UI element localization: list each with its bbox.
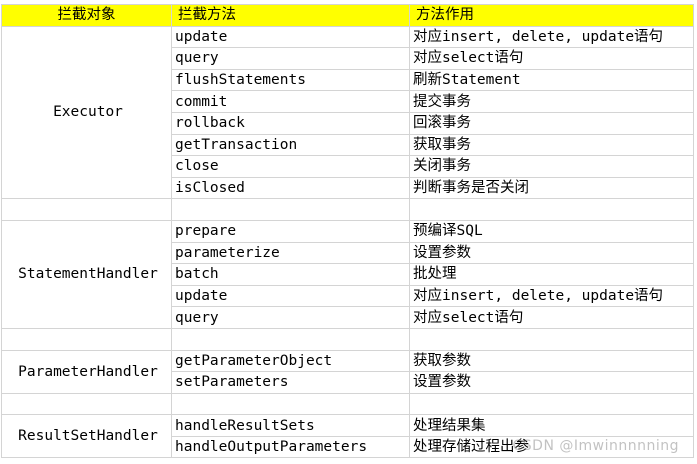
- spacer-row: [1, 198, 694, 221]
- object-cell: Executor: [1, 25, 172, 200]
- purpose-cell: 批处理: [409, 263, 694, 286]
- empty-cell: [409, 198, 694, 221]
- empty-cell: [171, 198, 410, 221]
- method-cell: parameterize: [171, 241, 410, 265]
- purpose-cell: 提交事务: [409, 90, 694, 113]
- method-cell: update: [171, 284, 410, 308]
- purpose-cell: 对应select语句: [409, 306, 694, 329]
- header-method: 拦截方法: [171, 4, 410, 27]
- purpose-cell: 设置参数: [409, 371, 694, 394]
- table-row: ResultSetHandler handleResultSets 处理结果集: [1, 414, 694, 459]
- method-cell: close: [171, 155, 410, 178]
- purpose-cell: 对应insert, delete, update语句: [409, 284, 694, 308]
- interceptor-table: 拦截对象 拦截方法 方法作用 Executor update 对应insert, d…: [1, 4, 694, 459]
- method-cell: isClosed: [171, 176, 410, 200]
- table-row: ParameterHandler getParameterObject 获取参数: [1, 349, 694, 394]
- object-cell: StatementHandler: [1, 219, 172, 329]
- method-cell: getParameterObject: [171, 349, 410, 373]
- spacer-row: [1, 392, 694, 416]
- method-cell: update: [171, 25, 410, 49]
- purpose-cell: 处理结果集: [409, 414, 694, 437]
- purpose-cell: 刷新Statement: [409, 68, 694, 92]
- method-cell: commit: [171, 90, 410, 113]
- header-object: 拦截对象: [1, 4, 172, 27]
- method-cell: batch: [171, 263, 410, 286]
- method-cell: handleResultSets: [171, 414, 410, 437]
- empty-cell: [1, 327, 172, 351]
- object-cell: ResultSetHandler: [1, 414, 172, 459]
- purpose-cell: 对应insert, delete, update语句: [409, 25, 694, 49]
- purpose-cell: 回滚事务: [409, 111, 694, 135]
- purpose-cell: 判断事务是否关闭: [409, 176, 694, 200]
- watermark: CSDN @Imwinnnnning: [512, 438, 679, 454]
- header-purpose: 方法作用: [409, 4, 694, 27]
- purpose-cell: 获取事务: [409, 133, 694, 157]
- method-cell: query: [171, 306, 410, 329]
- empty-cell: [171, 392, 410, 416]
- spacer-row: [1, 327, 694, 351]
- method-cell: flushStatements: [171, 68, 410, 92]
- method-cell: setParameters: [171, 371, 410, 394]
- empty-cell: [1, 392, 172, 416]
- header-row: 拦截对象 拦截方法 方法作用: [1, 4, 694, 27]
- purpose-cell: 设置参数: [409, 241, 694, 265]
- method-cell: getTransaction: [171, 133, 410, 157]
- table-row: Executor update 对应insert, delete, update语句: [1, 25, 694, 200]
- method-cell: query: [171, 47, 410, 70]
- empty-cell: [171, 327, 410, 351]
- table-row: StatementHandler prepare 预编译SQL: [1, 219, 694, 329]
- purpose-cell: 获取参数: [409, 349, 694, 373]
- empty-cell: [409, 392, 694, 416]
- object-cell: ParameterHandler: [1, 349, 172, 394]
- purpose-cell: 预编译SQL: [409, 219, 694, 243]
- method-cell: handleOutputParameters: [171, 435, 410, 459]
- purpose-cell: 关闭事务: [409, 155, 694, 178]
- method-cell: rollback: [171, 111, 410, 135]
- empty-cell: [1, 198, 172, 221]
- purpose-cell: 对应select语句: [409, 47, 694, 70]
- empty-cell: [409, 327, 694, 351]
- method-cell: prepare: [171, 219, 410, 243]
